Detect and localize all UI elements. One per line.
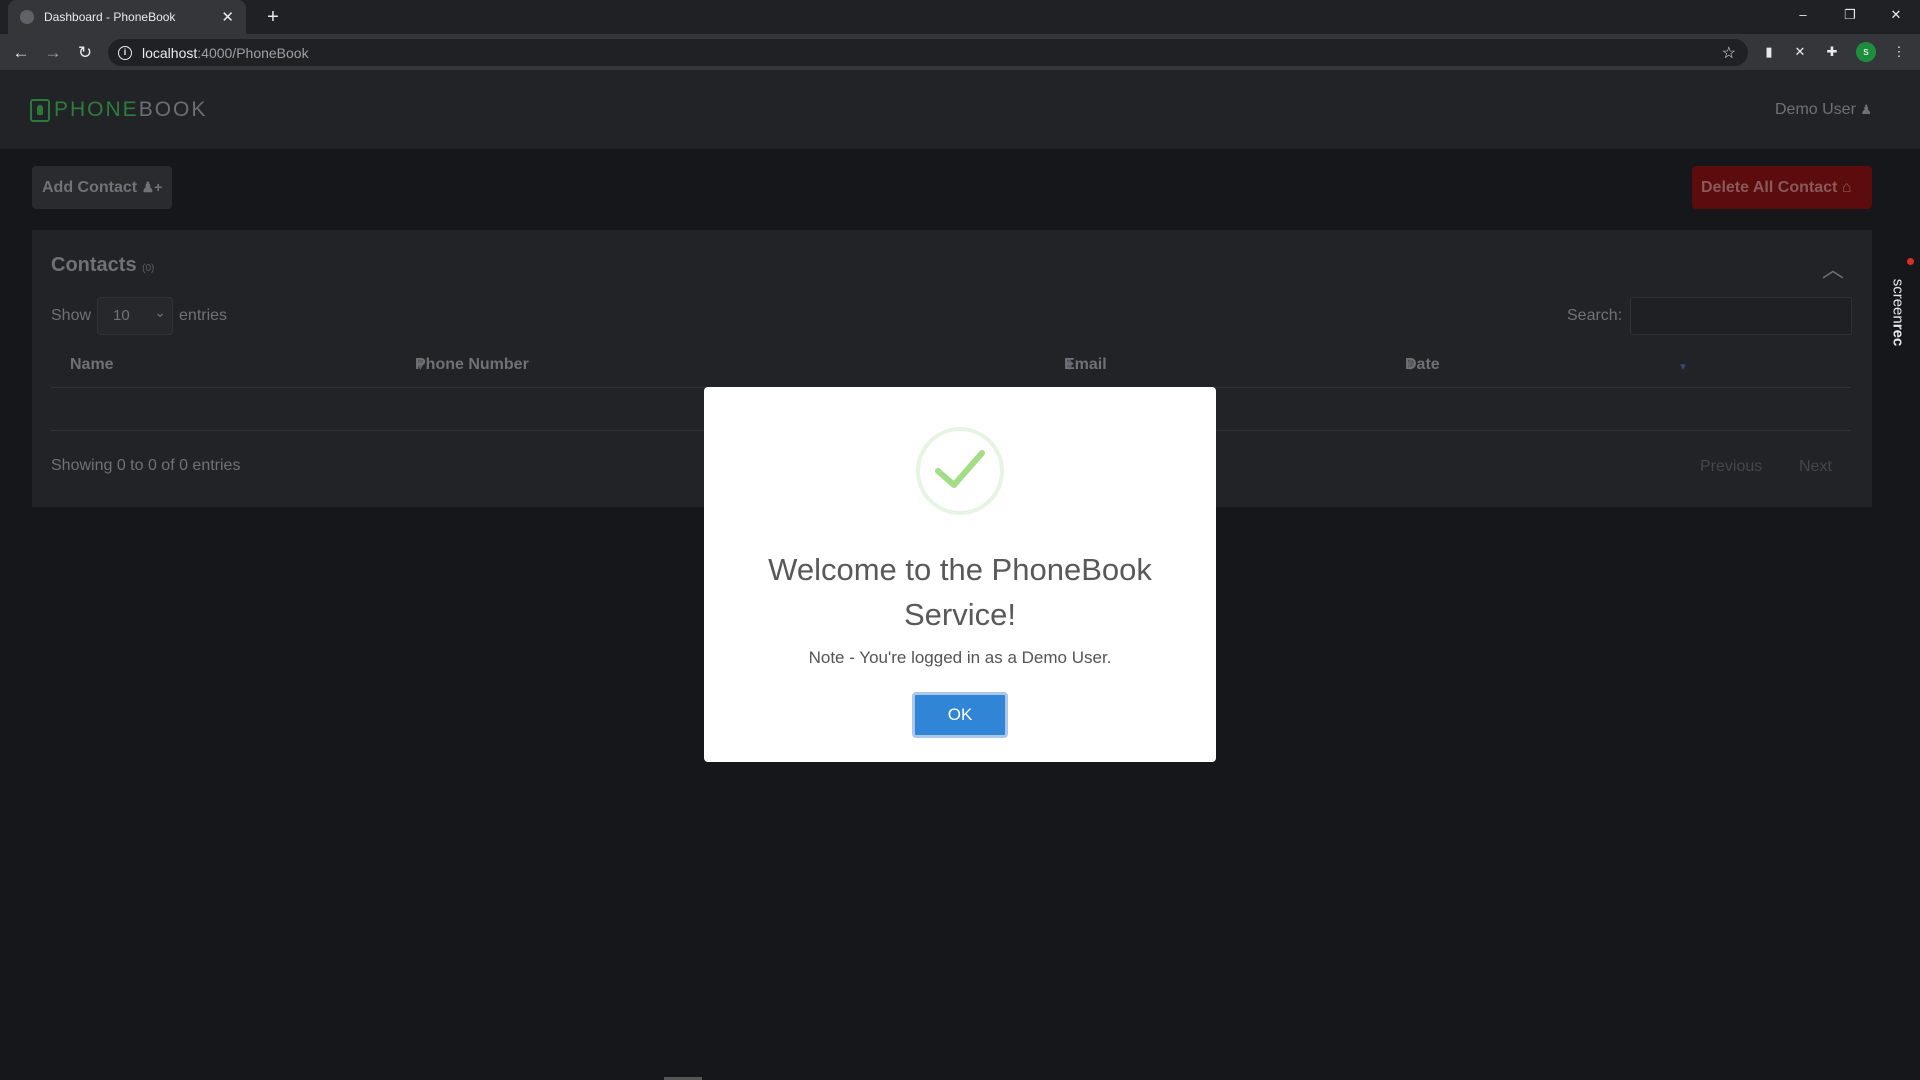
welcome-dialog: Welcome to the PhoneBook Service! Note -… xyxy=(704,387,1216,762)
browser-tab[interactable]: Dashboard - PhoneBook ✕ xyxy=(8,0,246,34)
app-logo[interactable]: PHONE BOOK xyxy=(30,98,207,122)
contacts-count: (0) xyxy=(142,263,155,274)
next-page-button[interactable]: Next xyxy=(1799,458,1832,476)
search-label: Search: xyxy=(1567,307,1623,324)
delete-all-contact-button[interactable]: Delete All Contact ⌂ xyxy=(1692,166,1872,209)
tab-title: Dashboard - PhoneBook xyxy=(44,10,176,24)
extension-icon[interactable]: ▮ xyxy=(1760,43,1778,61)
previous-page-button[interactable]: Previous xyxy=(1700,458,1762,476)
column-phone[interactable]: Phone Number xyxy=(415,356,529,374)
screenrec-text-1: screen xyxy=(1889,278,1907,324)
extension-x-icon[interactable]: ✕ xyxy=(1791,43,1809,61)
restore-button[interactable]: ❐ xyxy=(1827,0,1873,30)
menu-dots-icon[interactable]: ⋮ xyxy=(1890,43,1908,61)
home-icon: ⌂ xyxy=(1841,179,1852,196)
url-host: localhost xyxy=(142,44,198,61)
delete-all-label: Delete All Contact xyxy=(1701,179,1838,196)
contact-book-icon xyxy=(30,98,50,122)
user-icon: ♟ xyxy=(1860,102,1872,117)
reload-icon[interactable]: ↻ xyxy=(72,40,98,66)
info-icon[interactable]: i xyxy=(118,45,132,60)
profile-avatar[interactable]: s xyxy=(1856,42,1876,62)
entries-length-control: Show 10 entries xyxy=(51,294,228,335)
url-path: :4000/PhoneBook xyxy=(197,44,309,61)
search-input[interactable] xyxy=(1630,297,1852,335)
user-plus-icon: ♟+ xyxy=(141,179,163,195)
minimize-button[interactable]: – xyxy=(1780,0,1826,30)
success-check-icon xyxy=(916,427,1004,515)
show-label: Show xyxy=(51,307,92,324)
tab-close-icon[interactable]: ✕ xyxy=(221,8,234,26)
chevron-up-icon[interactable]: ︿ xyxy=(1822,252,1844,284)
globe-icon xyxy=(20,10,34,24)
url-field[interactable]: i localhost:4000/PhoneBook ☆ xyxy=(108,39,1748,66)
logo-text-phone: PHONE xyxy=(54,98,139,121)
browser-tab-bar: Dashboard - PhoneBook ✕ + – ❐ ✕ xyxy=(0,0,1920,34)
ok-button[interactable]: OK xyxy=(912,692,1008,738)
table-info: Showing 0 to 0 of 0 entries xyxy=(51,457,241,474)
record-dot-icon xyxy=(1907,258,1914,265)
bookmark-star-icon[interactable]: ☆ xyxy=(1722,43,1736,63)
entries-select[interactable]: 10 xyxy=(97,294,174,335)
table-header: Name ▲ ▼ Phone Number ▲ ▼ Email ▲ ▼ Date ▼ xyxy=(51,346,1851,388)
puzzle-icon[interactable]: ✚ xyxy=(1823,43,1841,61)
column-date[interactable]: Date xyxy=(1405,356,1440,374)
column-name[interactable]: Name xyxy=(70,356,114,374)
dialog-title: Welcome to the PhoneBook Service! xyxy=(768,552,1152,632)
app-navbar: PHONE BOOK Demo User ♟ xyxy=(0,70,1920,149)
screenrec-text-2: rec xyxy=(1889,323,1907,347)
back-icon[interactable]: ← xyxy=(8,40,34,66)
add-contact-label: Add Contact xyxy=(42,179,138,196)
close-window-button[interactable]: ✕ xyxy=(1873,0,1919,30)
screenrec-widget[interactable]: screenrec xyxy=(1889,256,1920,366)
user-name: Demo User xyxy=(1774,101,1856,118)
contacts-title-text: Contacts xyxy=(51,254,137,276)
address-bar: ← → ↻ i localhost:4000/PhoneBook ☆ ▮ ✕ ✚… xyxy=(0,34,1920,70)
add-contact-button[interactable]: Add Contact ♟+ xyxy=(32,166,172,209)
user-menu[interactable]: Demo User ♟ xyxy=(1775,101,1872,119)
new-tab-button[interactable]: + xyxy=(260,4,286,30)
entries-label: entries xyxy=(179,307,228,324)
dialog-text: Note - You're logged in as a Demo User. xyxy=(808,648,1112,667)
forward-icon[interactable]: → xyxy=(40,40,66,66)
column-email[interactable]: Email xyxy=(1064,356,1107,374)
logo-text-book: BOOK xyxy=(138,98,208,121)
sort-desc-icon[interactable]: ▼ xyxy=(1678,362,1688,373)
contacts-title: Contacts (0) xyxy=(51,254,154,277)
